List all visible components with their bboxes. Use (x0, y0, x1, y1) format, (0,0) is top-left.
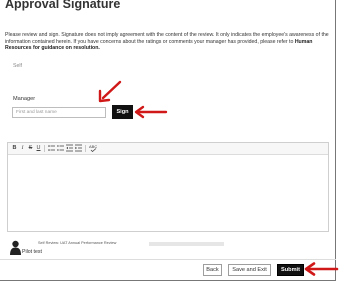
annotation-arrow-sign (134, 105, 168, 119)
comment-meta: Self Review: UAT Annual Performance Revi… (38, 241, 117, 245)
back-button[interactable]: Back (203, 264, 222, 276)
comment-item: Self Review: UAT Annual Performance Revi… (7, 238, 329, 258)
instructions-body: Please review and sign. Signature does n… (5, 32, 329, 45)
save-and-exit-button[interactable]: Save and Exit (228, 264, 271, 276)
underline-icon[interactable]: U (35, 144, 42, 152)
page-title: Approval Signature (5, 0, 121, 11)
instructions-text: Please review and sign. Signature does n… (5, 32, 331, 52)
numbered-list-icon[interactable] (57, 144, 64, 152)
sign-button[interactable]: Sign (112, 105, 133, 119)
comment-author: Pilot test (22, 249, 42, 255)
manager-label: Manager (13, 96, 36, 102)
italic-icon[interactable]: I (19, 144, 26, 152)
annotation-arrow-input (98, 80, 122, 103)
avatar-icon (10, 240, 21, 255)
comment-editor[interactable]: B I S U ABC (7, 142, 329, 232)
annotation-arrow-submit (304, 262, 339, 276)
bulleted-list-icon[interactable] (48, 144, 55, 152)
strikethrough-icon[interactable]: S (27, 144, 34, 152)
editor-toolbar: B I S U ABC (8, 143, 328, 155)
bold-icon[interactable]: B (11, 144, 18, 152)
submit-button[interactable]: Submit (277, 264, 304, 276)
outdent-icon[interactable] (66, 144, 73, 152)
manager-name-placeholder: First and last name (16, 110, 57, 115)
self-label: Self (13, 63, 22, 69)
manager-name-input[interactable]: First and last name (12, 107, 106, 118)
indent-icon[interactable] (75, 144, 82, 152)
toolbar-divider (44, 145, 45, 152)
comment-meta-redacted (149, 242, 224, 246)
footer-divider (0, 259, 336, 260)
svg-text:ABC: ABC (89, 144, 97, 149)
toolbar-divider (85, 145, 86, 152)
spellcheck-icon[interactable]: ABC (89, 144, 97, 152)
